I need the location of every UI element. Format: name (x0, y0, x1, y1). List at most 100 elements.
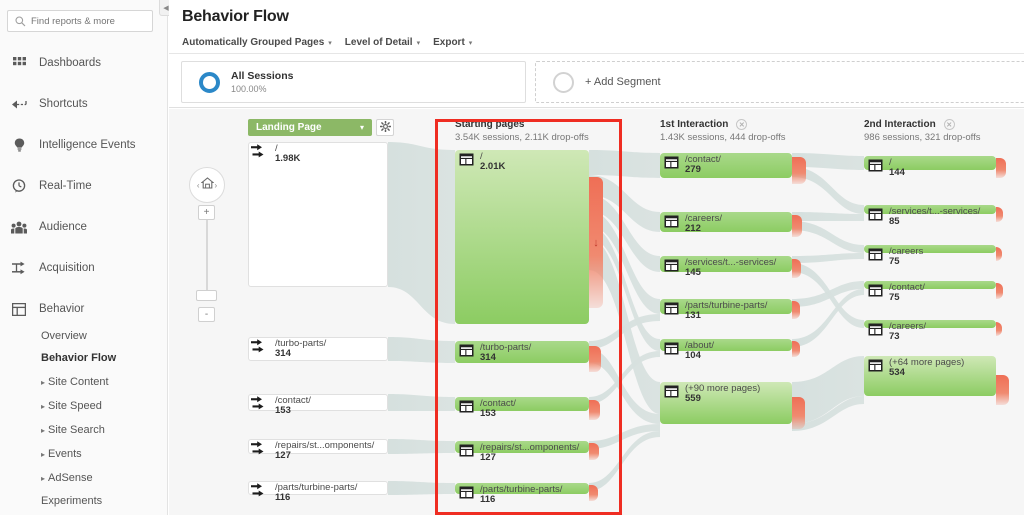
flow-node[interactable]: /contact/279 (660, 153, 792, 178)
sidebar-item-adsense[interactable]: ▸AdSense (0, 467, 168, 489)
dropoff-bar[interactable] (996, 158, 1006, 178)
sidebar-item-shortcuts[interactable]: Shortcuts (0, 91, 168, 117)
column-close-icon[interactable]: ✕ (736, 119, 747, 130)
flow-node[interactable]: /parts/turbine-parts/116 (248, 481, 388, 495)
flow-node[interactable]: /2.01K (455, 150, 589, 324)
page-icon (459, 153, 474, 166)
zoom-in-button[interactable]: + (198, 205, 215, 220)
sidebar-item-site-content[interactable]: ▸Site Content (0, 371, 168, 393)
people-icon (8, 221, 30, 234)
sidebar-item-label: Audience (39, 221, 87, 233)
column-close-icon[interactable]: ✕ (944, 119, 955, 130)
flow-node-value: 116 (480, 494, 495, 505)
dropoff-bar[interactable] (589, 443, 599, 460)
dropoff-bar[interactable] (792, 397, 805, 429)
flow-node[interactable]: /parts/turbine-parts/116 (455, 483, 589, 494)
sidebar-sub-label: Behavior Flow (41, 352, 116, 364)
flow-node[interactable]: /careers75 (864, 245, 996, 253)
sidebar-item-acquisition[interactable]: Acquisition (0, 255, 168, 281)
chevron-left-icon[interactable]: ‹ (197, 181, 200, 190)
zoom-slider-track[interactable] (206, 209, 208, 301)
flow-node-value: 212 (685, 223, 701, 234)
search-box[interactable] (7, 10, 153, 32)
chevron-down-icon: ▾ (469, 40, 473, 47)
sidebar-item-events[interactable]: ▸Events (0, 443, 168, 465)
flow-node[interactable]: /repairs/st...omponents/127 (455, 441, 589, 453)
chevron-right-icon[interactable]: › (215, 181, 218, 190)
clock-icon (8, 179, 30, 193)
sidebar-item-dashboards[interactable]: Dashboards (0, 50, 168, 76)
sidebar-item-site-speed[interactable]: ▸Site Speed (0, 395, 168, 417)
flow-node[interactable]: /careers/73 (864, 320, 996, 328)
report-toolbar: Automatically Grouped Pages▾ Level of De… (169, 32, 1024, 54)
flow-node[interactable]: /services/t...-services/85 (864, 205, 996, 214)
sidebar-sub-label: Site Search (48, 424, 105, 436)
flow-node-value: 127 (275, 450, 291, 461)
zoom-out-button[interactable]: - (198, 307, 215, 322)
sidebar-item-intelligence-events[interactable]: Intelligence Events (0, 132, 168, 158)
add-segment-button[interactable]: + Add Segment (535, 61, 1024, 103)
flow-node[interactable]: /turbo-parts/314 (248, 337, 388, 361)
layout-icon (8, 303, 30, 316)
search-icon (15, 16, 26, 27)
flow-node-value: 131 (685, 310, 701, 321)
toolbar-export-dropdown[interactable]: Export▾ (433, 37, 472, 48)
flow-node[interactable]: /about/104 (660, 339, 792, 351)
sidebar-item-site-search[interactable]: ▸Site Search (0, 419, 168, 441)
dropoff-bar[interactable]: ↓ (589, 177, 603, 308)
flow-node[interactable]: /contact/153 (248, 394, 388, 411)
column-header-starting-pages: Starting pages 3.54K sessions, 2.11K dro… (455, 119, 589, 143)
page-icon (459, 444, 474, 457)
arrow-dashed-icon (8, 99, 30, 110)
toolbar-item-label: Level of Detail (345, 37, 413, 48)
sidebar-item-experiments[interactable]: Experiments (0, 490, 168, 512)
dropoff-bar[interactable] (589, 346, 601, 372)
page-icon (868, 323, 883, 336)
home-icon[interactable] (201, 176, 214, 194)
column-header-first-interaction: 1st Interaction ✕ 1.43K sessions, 444 dr… (660, 119, 786, 143)
sidebar-item-behavior[interactable]: Behavior (0, 296, 168, 322)
dropoff-bar[interactable] (792, 259, 801, 278)
sidebar-sub-label: Site Content (48, 376, 109, 388)
flow-node[interactable]: /turbo-parts/314 (455, 341, 589, 363)
segment-bar: All Sessions 100.00% + Add Segment (169, 55, 1024, 108)
flow-node[interactable]: /144 (864, 156, 996, 170)
chevron-right-icon: ▸ (41, 402, 45, 411)
flow-node[interactable]: /services/t...-services/145 (660, 256, 792, 272)
flow-node-value: 2.01K (480, 161, 505, 172)
search-input[interactable] (31, 16, 143, 27)
chevron-right-icon: ▸ (41, 378, 45, 387)
dropoff-bar[interactable] (792, 215, 802, 237)
sidebar-item-behavior-flow[interactable]: Behavior Flow (0, 347, 168, 369)
dimension-settings-button[interactable] (376, 119, 394, 136)
dimension-select[interactable]: Landing Page ▾ (248, 119, 372, 136)
zoom-slider-thumb[interactable] (196, 290, 217, 301)
sidebar-item-overview[interactable]: Overview (0, 325, 168, 347)
sidebar-sub-label: Site Speed (48, 400, 102, 412)
dropoff-bar[interactable] (792, 157, 806, 184)
flow-node[interactable]: /parts/turbine-parts/131 (660, 299, 792, 314)
toolbar-grouping-dropdown[interactable]: Automatically Grouped Pages▾ (182, 37, 332, 48)
toolbar-level-of-detail-dropdown[interactable]: Level of Detail▾ (345, 37, 420, 48)
sidebar-item-real-time[interactable]: Real-Time (0, 173, 168, 199)
flow-node[interactable]: /1.98K (248, 142, 388, 287)
dropoff-bar[interactable] (589, 485, 598, 501)
flow-node[interactable]: /contact/75 (864, 281, 996, 289)
lightbulb-icon (8, 138, 30, 152)
dropoff-bar[interactable] (792, 301, 800, 319)
flow-node[interactable]: /contact/153 (455, 397, 589, 411)
flow-canvas[interactable]: ‹ › + - Landing Page ▾ (169, 109, 1024, 515)
flow-node[interactable]: /careers/212 (660, 212, 792, 232)
sidebar-item-audience[interactable]: Audience (0, 214, 168, 240)
flow-node[interactable]: /repairs/st...omponents/127 (248, 439, 388, 454)
flow-node[interactable]: (+90 more pages)559 (660, 382, 792, 424)
sidebar-sub-label: Events (48, 448, 82, 460)
dropoff-bar[interactable] (792, 341, 800, 357)
chevron-down-icon: ▾ (328, 40, 332, 47)
reset-view-button[interactable]: ‹ › (189, 167, 225, 203)
page-icon (868, 284, 883, 297)
segment-all-sessions[interactable]: All Sessions 100.00% (181, 61, 526, 103)
flow-node[interactable]: (+64 more pages)534 (864, 356, 996, 396)
dropoff-bar[interactable] (589, 400, 600, 420)
dropoff-bar[interactable] (996, 375, 1009, 405)
